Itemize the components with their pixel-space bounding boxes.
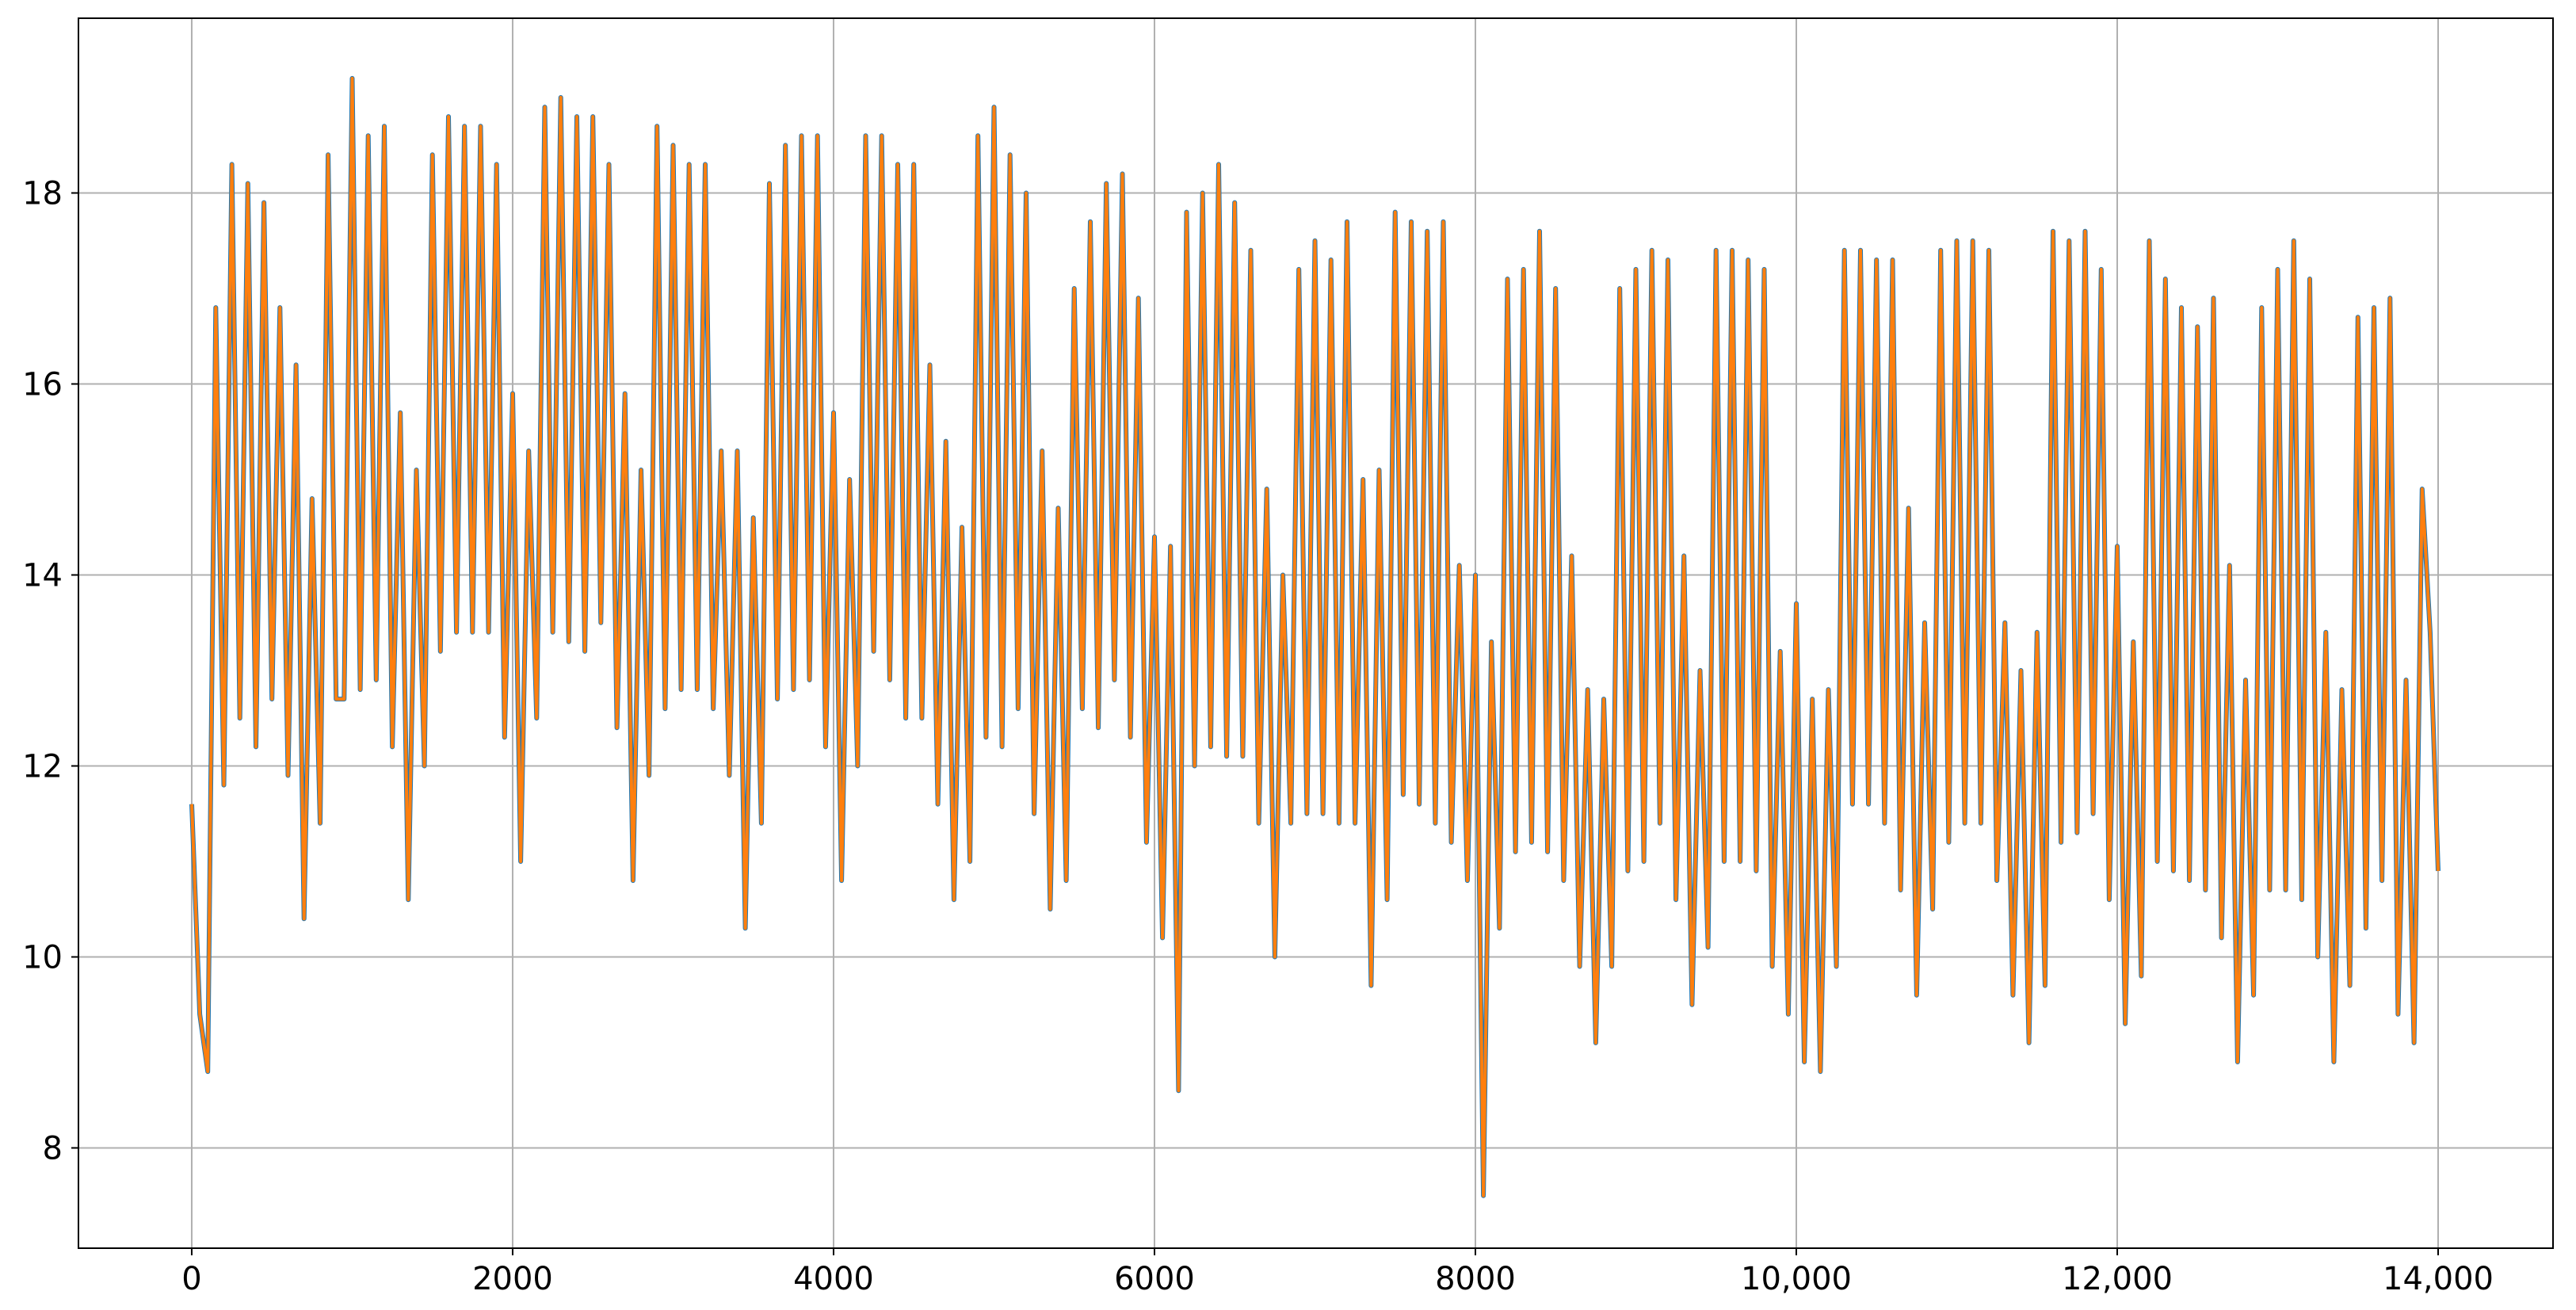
x-axis: 0 2000 4000 6000 8000 10,000 12,000 14,000	[181, 1248, 2494, 1297]
x-tick-label: 6000	[1114, 1261, 1195, 1297]
x-tick-label: 10,000	[1741, 1261, 1852, 1297]
y-tick-label: 10	[22, 939, 63, 976]
x-tick-label: 14,000	[2383, 1261, 2494, 1297]
line-chart: 0 2000 4000 6000 8000 10,000 12,000 14,000 8 10 1…	[22, 17, 2554, 1297]
y-axis: 8 10 12 14 16 18	[22, 176, 78, 1167]
series-line-2	[190, 76, 2440, 1197]
x-tick-label: 4000	[793, 1261, 874, 1297]
y-tick-label: 16	[22, 367, 63, 403]
x-tick-label: 12,000	[2062, 1261, 2173, 1297]
x-tick-label: 8000	[1435, 1261, 1516, 1297]
y-tick-label: 8	[43, 1130, 63, 1167]
y-tick-label: 14	[22, 557, 63, 594]
y-tick-label: 12	[22, 748, 63, 785]
x-tick-label: 2000	[472, 1261, 553, 1297]
series-lines	[189, 75, 2441, 1198]
y-tick-label: 18	[22, 176, 63, 212]
x-tick-label: 0	[181, 1261, 201, 1297]
